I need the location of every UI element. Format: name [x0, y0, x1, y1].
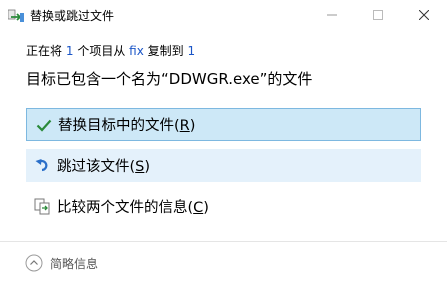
skip-arrow-icon [34, 157, 52, 175]
minimize-button[interactable] [309, 0, 355, 30]
replace-option-label: 替换目标中的文件(R) [58, 118, 196, 134]
status-prefix: 正在将 [26, 44, 63, 58]
source-folder-link[interactable]: fix [129, 44, 144, 58]
checkmark-icon [35, 116, 53, 134]
chevron-up-circle-icon [25, 254, 43, 272]
details-label: 简略信息 [50, 256, 99, 271]
skip-option-label: 跳过该文件(S) [57, 159, 151, 175]
skip-file-option[interactable]: 跳过该文件(S) [26, 149, 421, 182]
compare-files-option[interactable]: 比较两个文件的信息(C) [26, 190, 421, 223]
file-move-icon [8, 9, 24, 22]
close-button[interactable] [401, 0, 447, 30]
window-title: 替换或跳过文件 [30, 9, 115, 23]
maximize-button[interactable] [355, 0, 401, 30]
compare-files-icon [34, 198, 52, 216]
compare-option-label: 比较两个文件的信息(C) [57, 200, 209, 216]
minimize-icon [327, 14, 337, 16]
maximize-icon [373, 10, 383, 20]
copy-status: 正在将 1 个项目从 fix 复制到 1 [26, 42, 195, 59]
conflict-message: 目标已包含一个名为“DDWGR.exe”的文件 [26, 70, 313, 88]
title-bar: 替换或跳过文件 [0, 0, 447, 30]
destination-folder-link[interactable]: 1 [188, 44, 196, 58]
footer-divider [0, 241, 447, 242]
fewer-details-toggle[interactable]: 简略信息 [25, 253, 98, 273]
item-count: 1 [65, 44, 74, 58]
close-icon [419, 10, 429, 20]
status-unit: 个项目从 [77, 44, 126, 58]
replace-file-option[interactable]: 替换目标中的文件(R) [26, 108, 421, 141]
status-middle: 复制到 [147, 44, 184, 58]
